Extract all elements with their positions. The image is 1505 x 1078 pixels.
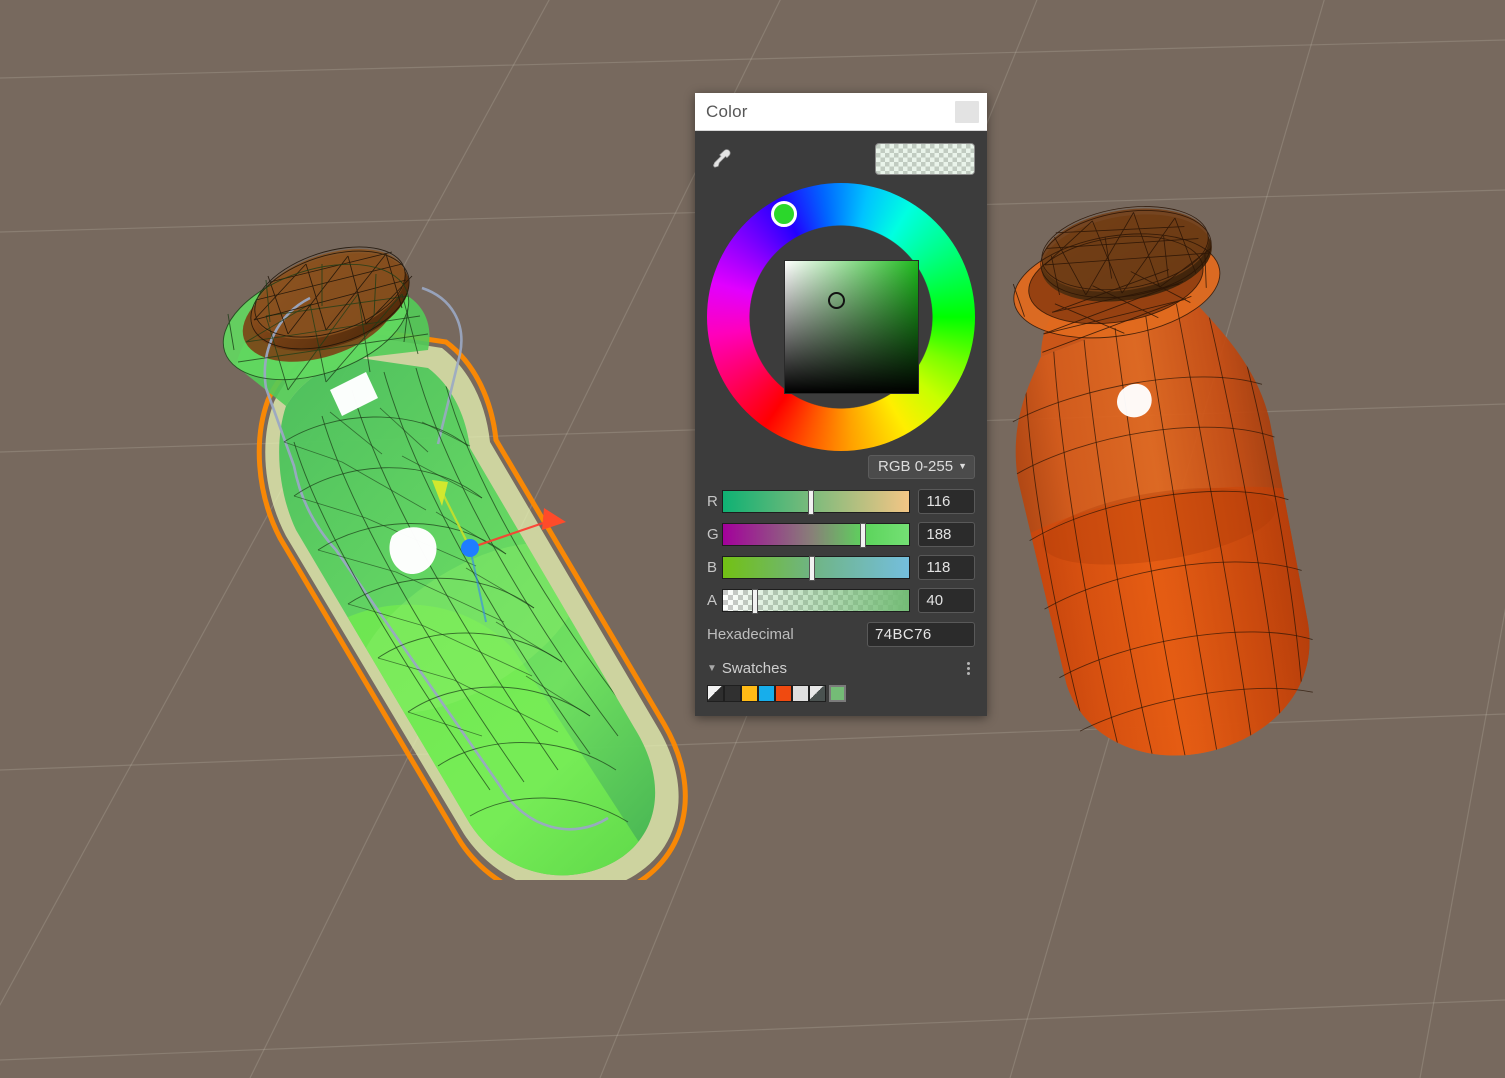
swatches-header: ▼ Swatches xyxy=(707,658,975,678)
channel-label-b: B xyxy=(707,559,718,576)
channel-value-a[interactable]: 40 xyxy=(918,588,975,613)
channel-label-g: G xyxy=(707,526,719,543)
channel-handle-g[interactable] xyxy=(859,523,866,548)
color-mode-dropdown[interactable]: RGB 0-255 ▼ xyxy=(868,455,975,479)
saturation-value-square[interactable] xyxy=(784,260,919,394)
channel-value-r[interactable]: 116 xyxy=(918,489,975,514)
channel-value-g[interactable]: 188 xyxy=(918,522,975,547)
swatch-orange-red[interactable] xyxy=(775,685,792,702)
channel-row-b: B 118 xyxy=(707,554,975,581)
chevron-down-icon: ▼ xyxy=(958,461,967,471)
panel-title: Color xyxy=(706,101,748,121)
channel-slider-b[interactable] xyxy=(721,556,911,581)
picker-top-row xyxy=(707,141,975,177)
swatch-transparent-dark[interactable] xyxy=(707,685,724,702)
eyedropper-icon[interactable] xyxy=(707,146,733,172)
color-mode-label: RGB 0-255 xyxy=(878,458,954,475)
color-picker-panel[interactable]: Color RGB 0-255 ▼ R 116 G 188 B 118 A 40… xyxy=(695,93,987,716)
hexadecimal-input[interactable]: 74BC76 xyxy=(867,621,975,647)
swatch-transparent-slate[interactable] xyxy=(809,685,826,702)
3d-viewport[interactable]: Color RGB 0-255 ▼ R 116 G 188 B 118 A 40… xyxy=(0,0,1505,1078)
color-mode-row: RGB 0-255 ▼ xyxy=(707,455,975,479)
swatch-dark-gray[interactable] xyxy=(724,685,741,702)
swatches-title: Swatches xyxy=(721,659,787,677)
hue-handle[interactable] xyxy=(771,201,797,227)
color-preview-swatch[interactable] xyxy=(875,143,975,175)
hexadecimal-row: Hexadecimal 74BC76 xyxy=(707,620,975,648)
channel-handle-b[interactable] xyxy=(808,556,815,581)
color-wheel[interactable] xyxy=(707,183,975,451)
panel-body: RGB 0-255 ▼ R 116 G 188 B 118 A 40 Hexad… xyxy=(695,131,987,716)
channel-slider-a[interactable] xyxy=(721,589,911,614)
channel-value-b[interactable]: 118 xyxy=(918,555,975,580)
swatch-amber[interactable] xyxy=(741,685,758,702)
channel-slider-r[interactable] xyxy=(721,490,911,515)
hexadecimal-label: Hexadecimal xyxy=(707,625,794,643)
channel-handle-a[interactable] xyxy=(752,589,759,614)
swatch-sky-blue[interactable] xyxy=(758,685,775,702)
panel-titlebar[interactable]: Color xyxy=(695,93,987,131)
channel-row-a: A 40 xyxy=(707,587,975,614)
kebab-menu-icon[interactable] xyxy=(961,659,975,677)
channel-label-r: R xyxy=(707,493,718,510)
swatches-disclosure-icon[interactable]: ▼ xyxy=(707,663,717,674)
channel-slider-g[interactable] xyxy=(721,523,911,548)
channel-label-a: A xyxy=(707,592,718,609)
swatch-white[interactable] xyxy=(792,685,809,702)
swatches-list xyxy=(707,685,975,702)
swatch-green-current[interactable] xyxy=(829,685,846,702)
channel-handle-r[interactable] xyxy=(807,490,814,515)
close-button[interactable] xyxy=(955,100,979,123)
channel-row-r: R 116 xyxy=(707,488,975,515)
saturation-value-handle[interactable] xyxy=(828,292,845,309)
channel-row-g: G 188 xyxy=(707,521,975,548)
